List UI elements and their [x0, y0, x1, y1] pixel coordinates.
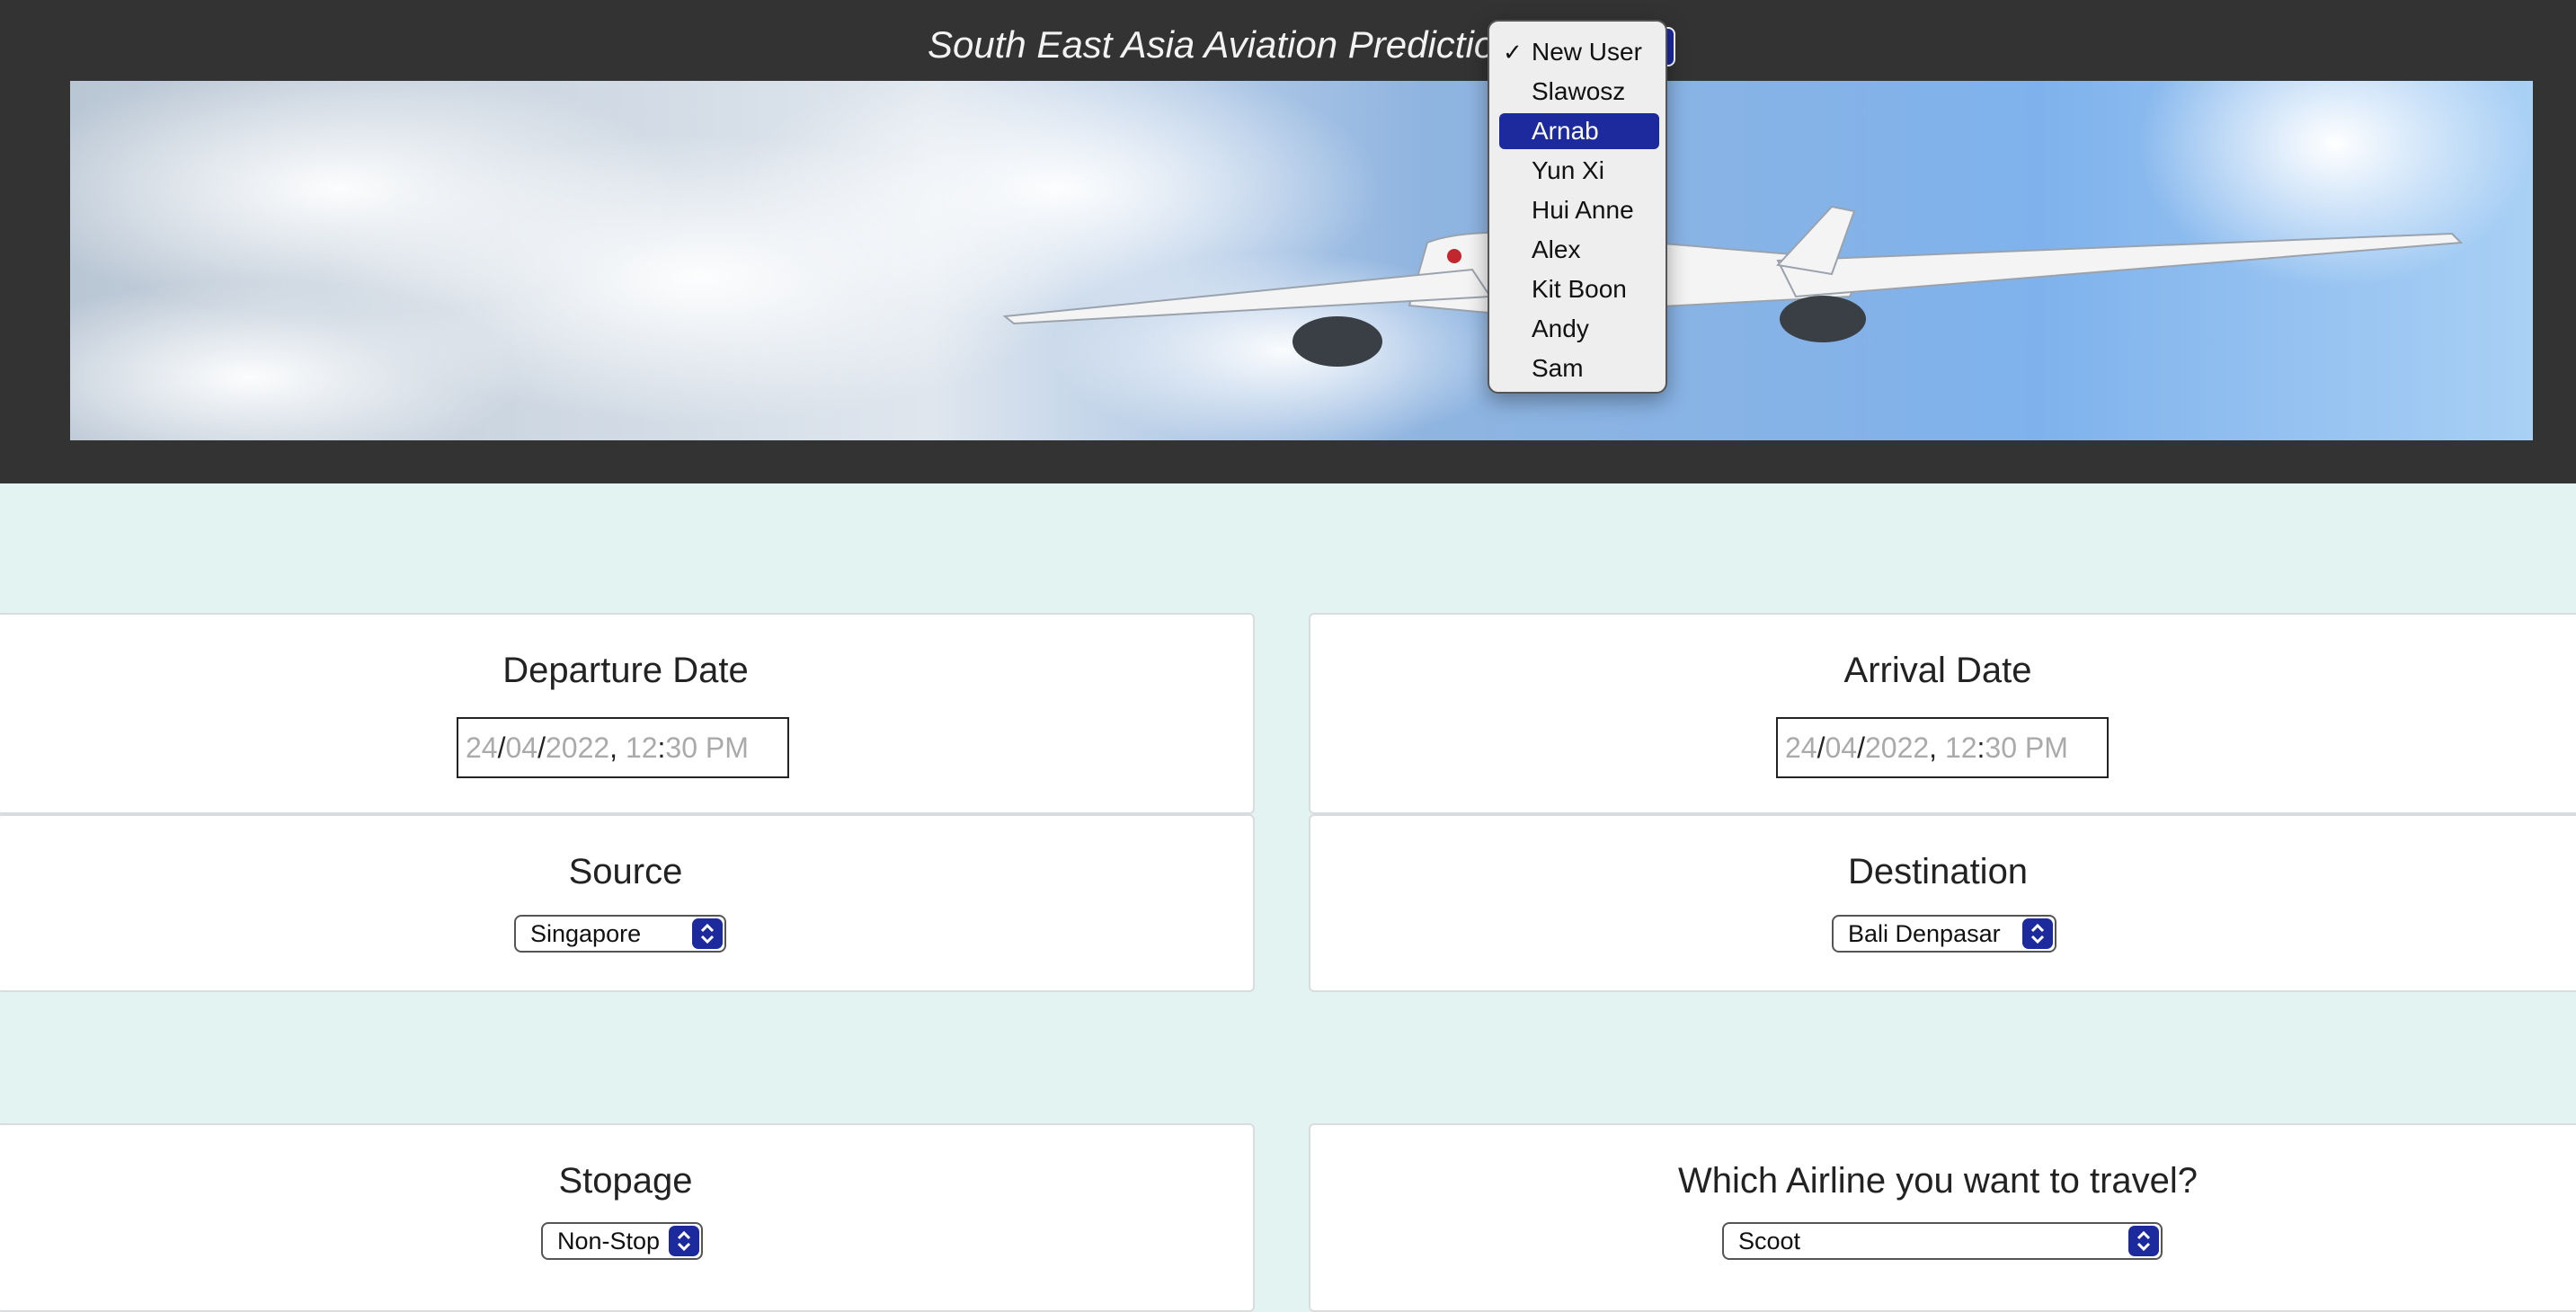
updown-chevron-icon: [692, 918, 723, 949]
stopage-select[interactable]: Non-Stop: [541, 1222, 703, 1260]
arrival-card: Arrival Date 24/04/2022, 12:30 PM: [1309, 613, 2576, 814]
updown-chevron-icon: [2128, 1226, 2159, 1256]
source-select[interactable]: Singapore: [514, 915, 726, 953]
stopage-card: Stopage Non-Stop: [0, 1123, 1255, 1312]
user-option-highlighted[interactable]: Arnab: [1499, 113, 1659, 149]
airline-title: Which Airline you want to travel?: [1677, 1161, 2198, 1201]
destination-card: Destination Bali Denpasar: [1309, 814, 2576, 992]
user-option[interactable]: Sam: [1499, 350, 1659, 386]
arrival-datetime-input[interactable]: 24/04/2022, 12:30 PM: [1776, 717, 2109, 778]
airline-card: Which Airline you want to travel? Scoot: [1309, 1123, 2576, 1312]
app-title: South East Asia Aviation Prediction: [928, 23, 1516, 66]
user-option[interactable]: Kit Boon: [1499, 271, 1659, 307]
user-option[interactable]: ✓ New User: [1499, 34, 1659, 70]
header-bar: South East Asia Aviation Prediction: [0, 0, 2576, 483]
banner-image: [70, 81, 2533, 440]
departure-card: Departure Date 24/04/2022, 12:30 PM: [0, 613, 1255, 814]
user-option[interactable]: Yun Xi: [1499, 153, 1659, 189]
departure-datetime-input[interactable]: 24/04/2022, 12:30 PM: [457, 717, 789, 778]
destination-select[interactable]: Bali Denpasar: [1832, 915, 2056, 953]
user-dropdown-menu[interactable]: ✓ New User Slawosz Arnab Yun Xi Hui Anne…: [1488, 20, 1667, 394]
user-option[interactable]: Alex: [1499, 232, 1659, 268]
arrival-title: Arrival Date: [1843, 651, 2032, 690]
departure-title: Departure Date: [502, 651, 749, 690]
destination-title: Destination: [1847, 852, 2029, 891]
stopage-title: Stopage: [558, 1161, 693, 1201]
airline-select[interactable]: Scoot: [1722, 1222, 2163, 1260]
user-option[interactable]: Slawosz: [1499, 74, 1659, 110]
updown-chevron-icon: [2022, 918, 2053, 949]
airplane-banner-icon: [70, 81, 2533, 440]
user-option[interactable]: Hui Anne: [1499, 192, 1659, 228]
updown-chevron-icon: [669, 1226, 699, 1256]
user-option[interactable]: Andy: [1499, 311, 1659, 347]
source-card: Source Singapore: [0, 814, 1255, 992]
source-title: Source: [568, 852, 683, 891]
checkmark-icon: ✓: [1503, 39, 1523, 66]
